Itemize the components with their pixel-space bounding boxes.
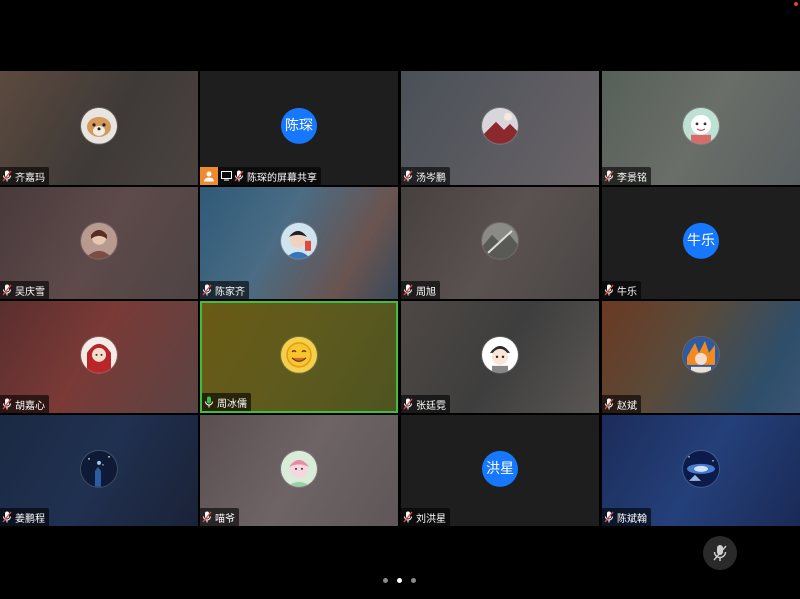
mic-muted-icon <box>403 398 413 410</box>
participant-name: 胡嘉心 <box>15 400 45 412</box>
photo-avatar-icon <box>81 222 117 259</box>
mic-active-icon <box>205 396 213 408</box>
participant-avatar: 牛乐 <box>683 222 719 259</box>
participant-tile[interactable]: 陈斌翰 <box>602 415 800 526</box>
landscape-avatar-icon <box>482 107 518 144</box>
video-grid: 齐嘉玛 陈琛 陈琛的屏幕共享 汤岑鹏 李景铭 吴庆雪 陈家齐 周旭 牛乐 牛乐 … <box>0 71 800 527</box>
participant-name: 吴庆雪 <box>15 286 45 298</box>
participant-name: 陈琛的屏幕共享 <box>247 172 317 184</box>
participant-name: 赵斌 <box>617 400 637 412</box>
mic-muted-icon <box>234 170 244 182</box>
user-avatar-icon <box>200 167 218 185</box>
participant-tile[interactable]: 汤岑鹏 <box>401 71 599 185</box>
participant-name-bar: 刘洪星 <box>401 508 450 526</box>
microphone-muted-icon <box>713 545 727 561</box>
participant-name-bar: 陈斌翰 <box>602 508 651 526</box>
participant-name-bar: 胡嘉心 <box>0 395 49 413</box>
screen-share-icon <box>221 171 232 181</box>
anime-avatar-icon <box>281 222 317 259</box>
participant-name: 汤岑鹏 <box>416 172 446 184</box>
participant-name: 牛乐 <box>617 286 637 298</box>
mic-muted-icon <box>2 170 12 182</box>
mic-muted-icon <box>2 284 12 296</box>
mic-muted-icon <box>2 398 12 410</box>
mic-muted-icon <box>2 511 12 523</box>
participant-name-bar: 周旭 <box>401 281 440 299</box>
dog-avatar-icon <box>81 107 117 144</box>
participant-name: 陈斌翰 <box>617 513 647 525</box>
participant-tile[interactable]: 张廷霓 <box>401 301 599 413</box>
participant-name-bar: 汤岑鹏 <box>401 167 450 185</box>
mic-muted-icon <box>604 284 614 296</box>
photo-avatar-icon <box>482 222 518 259</box>
participant-tile[interactable]: 姜鹏程 <box>0 415 198 526</box>
page-dot-active[interactable] <box>397 578 402 583</box>
participant-tile[interactable]: 牛乐 牛乐 <box>602 187 800 299</box>
night-sky-avatar-icon <box>81 450 117 487</box>
participant-tile[interactable]: 赵斌 <box>602 301 800 413</box>
participant-name-bar: 赵斌 <box>602 395 641 413</box>
microphone-toggle-button[interactable] <box>703 536 737 570</box>
mic-muted-icon <box>403 511 413 523</box>
participant-tile-speaking[interactable]: 周冰儒 <box>200 301 398 413</box>
participant-tile[interactable]: 胡嘉心 <box>0 301 198 413</box>
smiley-avatar-icon <box>281 336 317 373</box>
cartoon-avatar-icon <box>683 107 719 144</box>
participant-tile[interactable]: 洪星 刘洪星 <box>401 415 599 526</box>
anime-girl-avatar-icon <box>81 336 117 373</box>
participant-tile[interactable]: 李景铭 <box>602 71 800 185</box>
page-dot[interactable] <box>411 578 416 583</box>
participant-name: 喵爷 <box>215 513 235 525</box>
participant-name: 姜鹏程 <box>15 513 45 525</box>
participant-tile[interactable]: 齐嘉玛 <box>0 71 198 185</box>
participant-avatar: 洪星 <box>482 450 518 487</box>
participant-name-bar: 陈琛的屏幕共享 <box>200 167 321 185</box>
mic-muted-icon <box>604 398 614 410</box>
mic-muted-icon <box>202 284 212 296</box>
cartoon-boy-avatar-icon <box>482 336 518 373</box>
mic-muted-icon <box>403 170 413 182</box>
participant-name-bar: 牛乐 <box>602 281 641 299</box>
participant-name: 齐嘉玛 <box>15 172 45 184</box>
participant-tile[interactable]: 周旭 <box>401 187 599 299</box>
participant-name: 李景铭 <box>617 172 647 184</box>
mic-muted-icon <box>604 511 614 523</box>
participant-avatar: 陈琛 <box>281 107 317 144</box>
participant-name-bar: 齐嘉玛 <box>0 167 49 185</box>
participant-name-bar: 吴庆雪 <box>0 281 49 299</box>
participant-name-bar: 李景铭 <box>602 167 651 185</box>
participant-tile[interactable]: 喵爷 <box>200 415 398 526</box>
cartoon-avatar-icon <box>281 450 317 487</box>
participant-tile[interactable]: 陈琛 陈琛的屏幕共享 <box>200 71 398 185</box>
participant-name: 周旭 <box>416 286 436 298</box>
participant-name-bar: 喵爷 <box>200 508 239 526</box>
mic-muted-icon <box>403 284 413 296</box>
participant-name: 周冰儒 <box>217 398 247 410</box>
participant-name-bar: 姜鹏程 <box>0 508 49 526</box>
anime-avatar-icon <box>683 336 719 373</box>
participant-tile[interactable]: 陈家齐 <box>200 187 398 299</box>
mic-muted-icon <box>202 511 212 523</box>
participant-name-bar: 周冰儒 <box>202 393 251 411</box>
mic-muted-icon <box>604 170 614 182</box>
participant-name: 张廷霓 <box>416 400 446 412</box>
participant-name: 陈家齐 <box>215 286 245 298</box>
participant-name: 刘洪星 <box>416 513 446 525</box>
recording-indicator-dot <box>794 2 798 6</box>
participant-name-bar: 陈家齐 <box>200 281 249 299</box>
participant-tile[interactable]: 吴庆雪 <box>0 187 198 299</box>
galaxy-avatar-icon <box>683 450 719 487</box>
page-indicator <box>383 578 416 583</box>
participant-name-bar: 张廷霓 <box>401 395 450 413</box>
page-dot[interactable] <box>383 578 388 583</box>
